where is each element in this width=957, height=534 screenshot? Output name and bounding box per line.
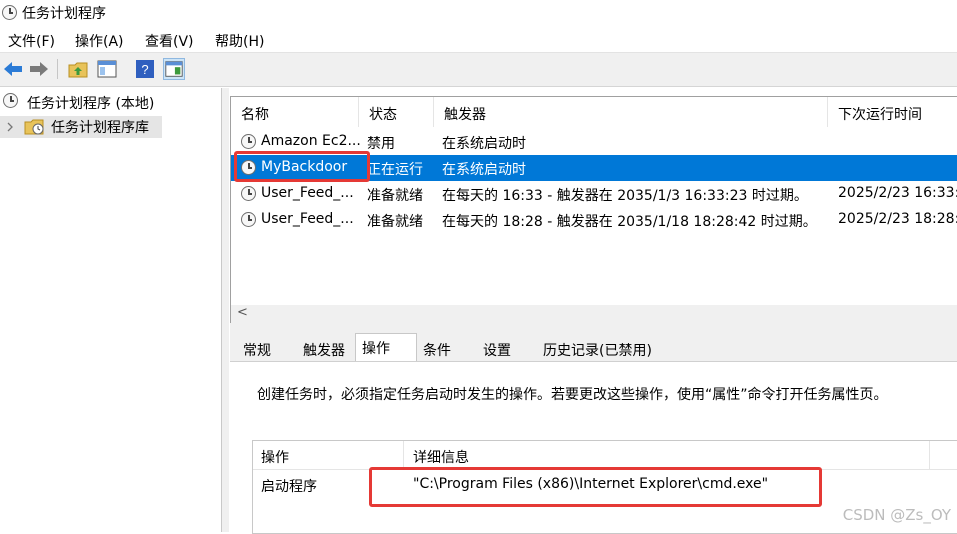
tab-actions[interactable]: 操作 [362, 338, 390, 358]
show-action-pane-icon[interactable] [163, 58, 185, 80]
column-header-status[interactable]: 状态 [359, 97, 434, 127]
menu-view[interactable]: 查看(V) [145, 31, 194, 51]
forward-arrow-icon[interactable] [28, 58, 50, 80]
watermark: CSDN @Zs_OY [842, 506, 951, 524]
task-name: User_Feed_... [261, 211, 354, 227]
toolbar-separator [57, 59, 58, 79]
tab-history[interactable]: 历史记录(已禁用) [543, 340, 652, 360]
folder-clock-icon [24, 119, 44, 135]
task-scheduler-icon [2, 5, 17, 20]
actions-description: 创建任务时，必须指定任务启动时发生的操作。若要更改这些操作，使用“属性”命令打开… [257, 387, 888, 403]
task-status: 准备就绪 [367, 188, 423, 204]
task-name: Amazon Ec2... [261, 133, 361, 149]
task-trigger: 在每天的 16:33 - 触发器在 2035/1/3 16:33:23 时过期。 [442, 188, 808, 204]
task-status: 正在运行 [367, 162, 423, 178]
task-next-run: 2025/2/23 18:28: [838, 211, 957, 227]
task-trigger: 在每天的 18:28 - 触发器在 2035/1/18 18:28:42 时过期… [442, 214, 817, 230]
help-icon[interactable]: ? [134, 58, 156, 80]
title-bar: 任务计划程序 [0, 0, 957, 26]
clock-icon [241, 212, 256, 227]
show-hide-tree-icon[interactable] [96, 58, 118, 80]
column-divider [929, 441, 930, 469]
menu-bar: 文件(F) 操作(A) 查看(V) 帮助(H) [0, 26, 957, 53]
task-list: 名称 状态 触发器 下次运行时间 Amazon Ec2... 禁用 在系统启动时… [230, 96, 957, 324]
chevron-right-icon[interactable] [6, 122, 14, 132]
pane-splitter[interactable] [222, 88, 229, 532]
task-name: User_Feed_... [261, 185, 354, 201]
actions-header-details[interactable]: 详细信息 [413, 447, 469, 467]
task-trigger: 在系统启动时 [442, 162, 526, 178]
tab-triggers[interactable]: 触发器 [303, 340, 345, 360]
menu-help[interactable]: 帮助(H) [215, 31, 264, 51]
horizontal-scrollbar[interactable]: < [231, 305, 957, 323]
scroll-left-arrow[interactable]: < [237, 305, 248, 320]
menu-file[interactable]: 文件(F) [8, 31, 55, 51]
highlight-box-action-details [369, 467, 822, 507]
tree-node-library[interactable]: 任务计划程序库 [0, 116, 162, 138]
tab-conditions[interactable]: 条件 [423, 340, 451, 360]
task-row[interactable]: User_Feed_... 准备就绪 在每天的 18:28 - 触发器在 203… [231, 207, 957, 233]
actions-table-header: 操作 详细信息 [253, 441, 957, 470]
folder-up-icon[interactable] [67, 58, 89, 80]
column-divider [403, 441, 404, 469]
tab-general[interactable]: 常规 [243, 340, 271, 360]
task-status: 准备就绪 [367, 214, 423, 230]
clock-icon [241, 134, 256, 149]
actions-header-action[interactable]: 操作 [261, 447, 289, 467]
menu-action[interactable]: 操作(A) [75, 31, 124, 51]
back-arrow-icon[interactable] [2, 58, 24, 80]
navigation-tree: 任务计划程序 (本地) 任务计划程序库 [0, 88, 222, 532]
task-status: 禁用 [367, 136, 395, 152]
highlight-box-task-name [234, 151, 370, 182]
column-header-trigger[interactable]: 触发器 [434, 97, 828, 127]
svg-text:?: ? [141, 62, 148, 77]
clock-icon [3, 93, 18, 108]
clock-icon [241, 186, 256, 201]
column-header-next-run[interactable]: 下次运行时间 [828, 97, 957, 127]
action-type: 启动程序 [261, 479, 317, 495]
task-trigger: 在系统启动时 [442, 136, 526, 152]
tree-library-label: 任务计划程序库 [51, 120, 149, 136]
task-row[interactable]: User_Feed_... 准备就绪 在每天的 16:33 - 触发器在 203… [231, 181, 957, 207]
toolbar: ? [0, 53, 957, 87]
window-title: 任务计划程序 [22, 6, 106, 22]
column-header-name[interactable]: 名称 [231, 97, 359, 127]
tree-root-label: 任务计划程序 (本地) [27, 96, 155, 112]
tab-settings[interactable]: 设置 [483, 340, 511, 360]
task-next-run: 2025/2/23 16:33: [838, 185, 957, 201]
